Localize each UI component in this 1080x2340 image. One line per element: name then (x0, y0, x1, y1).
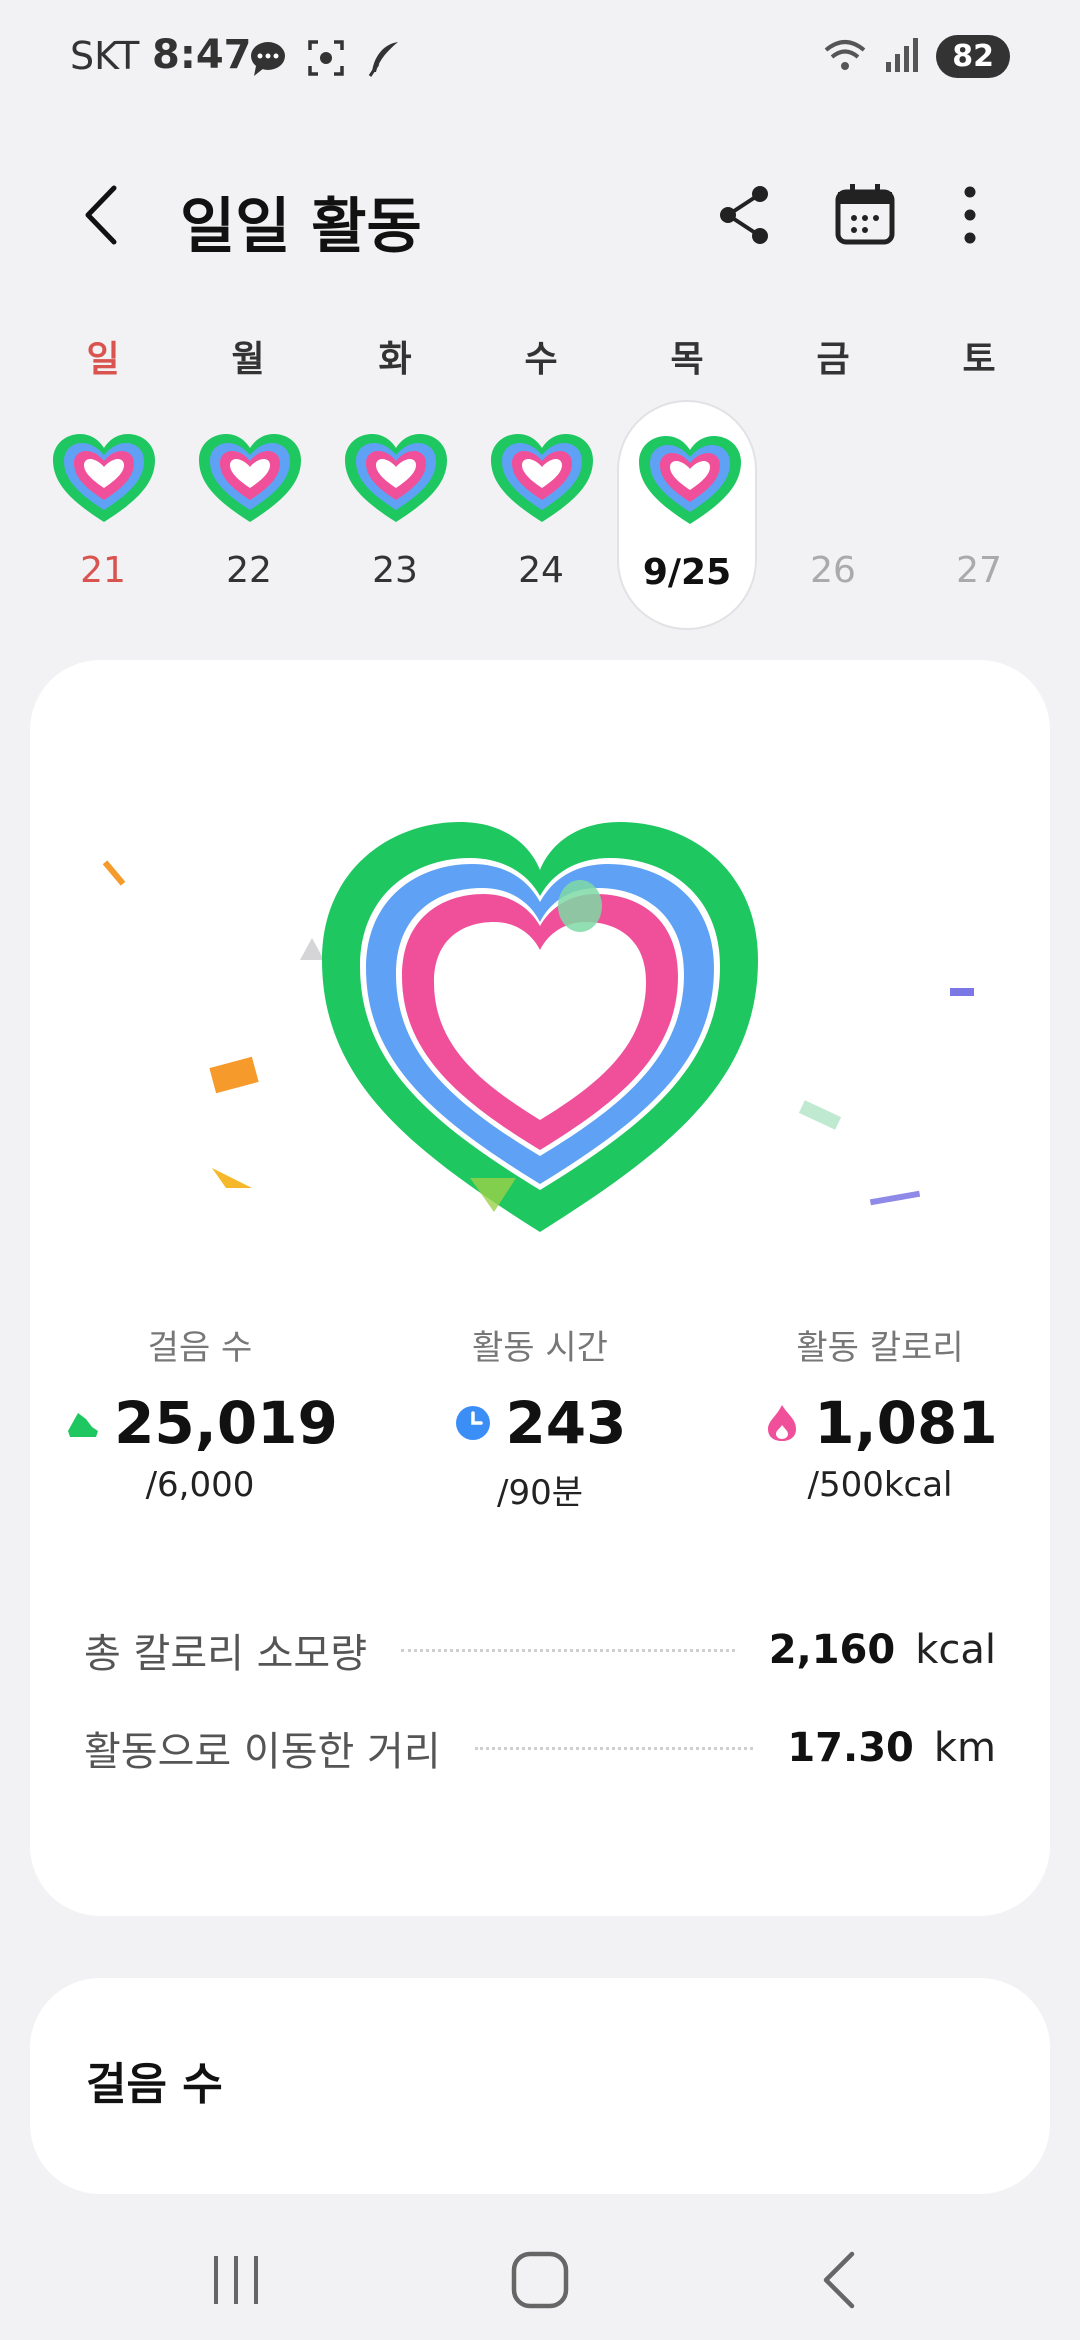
activity-heart-icon (199, 434, 301, 522)
stat-label: 걸음 수 (147, 1328, 253, 1368)
share-button[interactable] (710, 180, 780, 250)
wifi-icon (822, 34, 868, 78)
day-number: 24 (518, 550, 564, 591)
activity-heart-icon (53, 434, 155, 522)
weekday-label: 화 (378, 339, 412, 380)
detail-unit: km (933, 1725, 996, 1771)
weekday-header: 일 월 화 수 목 금 토 (0, 330, 1080, 390)
stat-label: 활동 시간 (472, 1328, 608, 1368)
activity-heart-icon (639, 436, 741, 524)
app-header: 일일 활동 (0, 160, 1080, 270)
dotted-leader (401, 1648, 735, 1652)
calendar-button[interactable] (830, 180, 900, 250)
home-button[interactable] (500, 2240, 580, 2320)
chevron-left-icon (85, 185, 117, 245)
page-title: 일일 활동 (180, 192, 422, 262)
day-item[interactable]: 23 (325, 400, 465, 630)
detail-label: 총 칼로리 소모량 (84, 1631, 368, 1677)
feather-icon (364, 38, 404, 82)
carrier-label: SKT (70, 34, 140, 78)
nav-back-button[interactable] (800, 2240, 880, 2320)
more-options-button[interactable] (935, 180, 1005, 250)
confetti-piece (300, 938, 324, 960)
weekday-label: 토 (962, 339, 996, 380)
stat-active-calories: 활동 칼로리 1,081 /500kcal (710, 1320, 1050, 1505)
daily-summary-card[interactable]: 걸음 수 25,019 /6,000 활동 시간 243 /90분 활동 칼로리… (30, 660, 1050, 1916)
day-item[interactable]: 21 (33, 400, 173, 630)
day-number: 23 (372, 550, 418, 591)
detail-label: 활동으로 이동한 거리 (84, 1729, 441, 1775)
day-number: 21 (80, 550, 126, 591)
day-number: 22 (226, 550, 272, 591)
stat-goal: /6,000 (145, 1465, 255, 1505)
steps-card-title: 걸음 수 (86, 2059, 223, 2110)
stat-active-time: 활동 시간 243 /90분 (370, 1320, 710, 1514)
day-item[interactable]: 24 (471, 400, 611, 630)
signal-icon (884, 34, 920, 78)
day-item[interactable]: 27 (909, 400, 1049, 630)
activity-heart-icon (491, 434, 593, 522)
clock-time: 8:47 (152, 32, 252, 78)
day-item[interactable]: 26 (763, 400, 903, 630)
dotted-leader (474, 1746, 754, 1750)
back-icon (823, 2251, 855, 2309)
stat-steps: 걸음 수 25,019 /6,000 (30, 1320, 370, 1505)
status-bar: SKT 8:47 82 (0, 0, 1080, 120)
weekday-label: 월 (231, 339, 265, 380)
day-number: 9/25 (642, 552, 732, 593)
activity-heart-icon (345, 434, 447, 522)
recent-apps-icon (214, 2256, 258, 2304)
flame-icon (768, 1405, 797, 1441)
recent-apps-button[interactable] (196, 2240, 276, 2320)
share-icon (720, 186, 768, 244)
activity-rings-heart (102, 822, 974, 1232)
stat-goal: /90분 (497, 1473, 583, 1513)
detail-value: 17.30 (787, 1725, 914, 1771)
confetti-piece (209, 1056, 259, 1094)
screenshot-icon (306, 38, 346, 82)
activity-stats: 걸음 수 25,019 /6,000 활동 시간 243 /90분 활동 칼로리… (30, 1320, 1050, 1520)
clock-icon (456, 1406, 491, 1440)
detail-row-total-calories: 총 칼로리 소모량 2,160 kcal (84, 1620, 996, 1680)
confetti-piece (798, 1100, 842, 1130)
day-number: 26 (810, 550, 856, 591)
confetti-piece (869, 1190, 921, 1206)
day-item-selected[interactable]: 9/25 (617, 400, 757, 630)
weekday-label: 금 (816, 339, 850, 380)
steps-card[interactable]: 걸음 수 (30, 1978, 1050, 2194)
confetti-piece (950, 988, 974, 996)
back-button[interactable] (70, 180, 140, 250)
confetti-piece (102, 860, 126, 886)
stat-label: 활동 칼로리 (796, 1328, 964, 1368)
day-number: 27 (956, 550, 1002, 591)
stat-value: 1,081 (814, 1389, 998, 1457)
more-icon (964, 186, 976, 244)
stat-goal: /500kcal (807, 1465, 953, 1505)
battery-indicator: 82 (936, 34, 1010, 78)
stat-value: 25,019 (114, 1389, 338, 1457)
detail-value: 2,160 (768, 1627, 896, 1673)
detail-unit: kcal (915, 1627, 996, 1673)
weekday-label: 수 (524, 339, 558, 380)
system-nav-bar (0, 2220, 1080, 2340)
chat-icon (248, 38, 288, 82)
shoe-icon (68, 1413, 99, 1437)
home-icon (511, 2251, 569, 2309)
day-item[interactable]: 22 (179, 400, 319, 630)
weekday-label: 목 (670, 339, 704, 380)
week-day-strip: 21 22 23 24 9/25 26 27 (0, 400, 1080, 640)
calendar-icon (835, 184, 895, 245)
detail-row-distance: 활동으로 이동한 거리 17.30 km (84, 1718, 996, 1778)
stat-value: 243 (505, 1389, 627, 1457)
weekday-label: 일 (86, 339, 120, 380)
confetti-piece (212, 1168, 252, 1188)
